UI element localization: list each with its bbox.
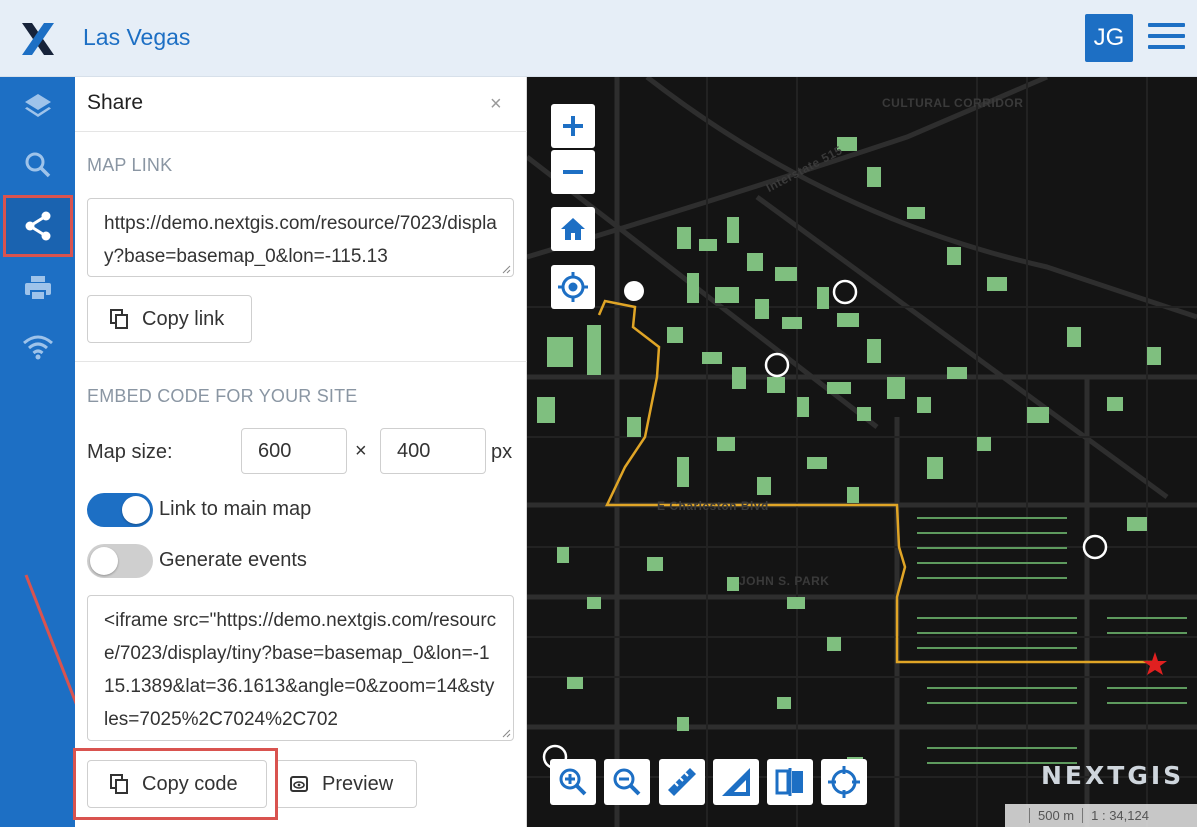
map-height-input[interactable]: 400 — [380, 428, 486, 474]
annotation-highlight — [73, 748, 278, 820]
app-title[interactable]: Las Vegas — [83, 24, 190, 51]
app-header: Las Vegas JG — [0, 0, 1197, 77]
locate-icon — [558, 272, 588, 302]
search-icon — [25, 152, 51, 178]
measure-area-button[interactable] — [713, 759, 759, 805]
compare-icon — [775, 768, 803, 796]
zoom-out-icon — [613, 768, 641, 796]
generate-events-toggle[interactable] — [87, 544, 153, 578]
home-button[interactable] — [551, 207, 595, 251]
sidebar-item-wifi[interactable] — [12, 321, 64, 373]
link-main-map-toggle[interactable] — [87, 493, 153, 527]
sidebar-item-share[interactable] — [3, 195, 73, 257]
map-basemap — [527, 77, 1197, 827]
scale-ratio: 1 : 34,124 — [1091, 808, 1149, 823]
preview-icon — [290, 776, 308, 792]
user-avatar[interactable]: JG — [1085, 14, 1133, 62]
ruler-icon — [668, 768, 696, 796]
minus-icon — [563, 170, 583, 174]
area-ruler-icon — [722, 768, 750, 796]
nextgis-brand-logo: NEXTGIS — [1041, 761, 1185, 790]
preview-button[interactable]: Preview — [275, 760, 417, 808]
share-panel: Share × MAP LINK https://demo.nextgis.co… — [75, 77, 527, 827]
map-width-input[interactable]: 600 — [241, 428, 347, 474]
crosshair-icon — [828, 766, 860, 798]
divider — [75, 361, 527, 362]
menu-icon[interactable] — [1148, 23, 1185, 53]
copy-icon — [110, 309, 128, 329]
sidebar-rail — [0, 77, 96, 827]
sidebar-item-search[interactable] — [12, 139, 64, 191]
embed-code-field[interactable]: <iframe src="https://demo.nextgis.com/re… — [87, 595, 514, 741]
map-label-john-s-park: JOHN S. PARK — [739, 574, 830, 588]
map-label-charleston: E Charleston Blvd — [657, 499, 769, 513]
zoom-in-icon — [559, 768, 587, 796]
resize-grip-icon[interactable] — [501, 264, 511, 274]
layers-icon — [25, 94, 51, 117]
map-link-field[interactable]: https://demo.nextgis.com/resource/7023/d… — [87, 198, 514, 277]
scale-bar-text: 500 m — [1029, 808, 1084, 823]
nextgis-logo-icon[interactable] — [20, 21, 56, 57]
share-icon — [25, 211, 51, 241]
map-label-cultural-corridor: CULTURAL CORRIDOR — [882, 96, 1024, 110]
unit-label: px — [491, 441, 513, 463]
map-link-section-label: MAP LINK — [87, 155, 173, 175]
zoom-out-button[interactable] — [551, 150, 595, 194]
home-icon — [561, 218, 585, 240]
divider — [75, 131, 527, 132]
map-size-row: Map size: 600 × 400 px — [87, 428, 527, 476]
map-scale: 500 m 1 : 34,124 — [1005, 804, 1197, 827]
zoom-out-tool-button[interactable] — [604, 759, 650, 805]
map-link-text: https://demo.nextgis.com/resource/7023/d… — [104, 213, 497, 267]
panel-title: Share — [87, 91, 144, 114]
zoom-in-tool-button[interactable] — [550, 759, 596, 805]
link-main-map-label: Link to main map — [159, 498, 312, 520]
generate-events-label: Generate events — [159, 549, 307, 571]
embed-code-text: <iframe src="https://demo.nextgis.com/re… — [104, 610, 497, 730]
print-icon — [25, 276, 51, 301]
copy-link-label: Copy link — [142, 307, 225, 330]
zoom-in-button[interactable] — [551, 104, 595, 148]
generate-events-row: Generate events — [87, 544, 487, 578]
map-view[interactable]: CULTURAL CORRIDOR Interstate 515 JOHN S.… — [527, 77, 1197, 827]
copy-link-button[interactable]: Copy link — [87, 295, 252, 343]
plus-icon — [563, 116, 583, 136]
map-size-label: Map size: — [87, 441, 173, 463]
identify-tool-button[interactable] — [821, 759, 867, 805]
sidebar-item-layers[interactable] — [12, 80, 64, 132]
wifi-icon — [23, 335, 53, 360]
close-icon[interactable]: × — [490, 93, 502, 116]
preview-label: Preview — [322, 772, 394, 795]
embed-section-label: EMBED CODE FOR YOUR SITE — [87, 386, 358, 406]
locate-button[interactable] — [551, 265, 595, 309]
times-symbol: × — [355, 440, 367, 462]
swipe-compare-button[interactable] — [767, 759, 813, 805]
measure-distance-button[interactable] — [659, 759, 705, 805]
link-main-map-row: Link to main map — [87, 493, 487, 527]
resize-grip-icon[interactable] — [501, 728, 511, 738]
sidebar-item-print[interactable] — [12, 262, 64, 314]
